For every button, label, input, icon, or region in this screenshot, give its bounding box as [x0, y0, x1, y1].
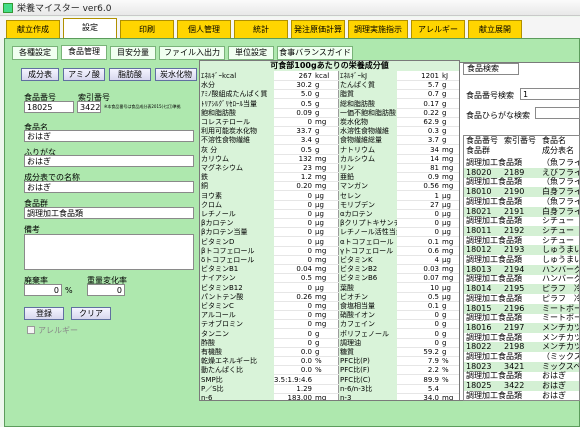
- nutrition-left-cell: n-6: [200, 393, 274, 400]
- food-list-row[interactable]: 調理加工食品類 （魚フライ: [464, 158, 579, 168]
- subtab-portion[interactable]: 目安分量: [110, 46, 156, 60]
- food-list-row[interactable]: 18012 2193 しゅうまい: [464, 245, 579, 256]
- food-list-row[interactable]: 18021 2191 白身フライ: [464, 206, 579, 217]
- nutrition-table: 可食部100gあたりの栄養成分値 ｴﾈﾙｷﾞｰkcal 267 kcal ｴﾈﾙｷﾞｰ…: [199, 60, 460, 401]
- food-name-field[interactable]: おはぎ: [24, 130, 194, 142]
- food-group-field[interactable]: 調理加工食品類: [24, 207, 194, 219]
- subtab-general[interactable]: 各種設定: [12, 46, 58, 60]
- clear-button[interactable]: クリア: [71, 307, 111, 320]
- tab-allergy[interactable]: アレルギー: [411, 20, 465, 38]
- food-list-row[interactable]: 18011 2192 シチュー: [464, 225, 579, 236]
- nutrition-right-cell: mg: [442, 394, 454, 401]
- app-icon: [3, 2, 13, 13]
- weight-change-field[interactable]: 0: [87, 284, 125, 296]
- food-list-row[interactable]: 調理加工食品類 （魚フライ: [464, 177, 579, 187]
- nutrition-row: n-6 183.00 mg n-3 34.0 mg: [200, 393, 459, 401]
- furigana-search-label: 食品ひらがな検索: [466, 111, 530, 120]
- tab-menu-create[interactable]: 献立作成: [6, 20, 60, 38]
- food-list-row[interactable]: 調理加工食品類 シチュー: [464, 216, 579, 226]
- furigana-field[interactable]: おはぎ: [24, 155, 194, 167]
- subtab-meal-balance[interactable]: 食事バランスガイド: [277, 46, 353, 60]
- nutrition-left-cell: mg: [315, 394, 327, 401]
- food-list-row[interactable]: 180142195ピラフ 冷凍: [464, 284, 579, 295]
- index-no-field[interactable]: 3422: [77, 101, 101, 113]
- tab-cooking-instruction[interactable]: 調理実施指示: [348, 20, 408, 38]
- fatty-acid-button[interactable]: 脂肪酸: [109, 68, 151, 81]
- food-list-row[interactable]: 調理加工食品類 メンチカツ: [464, 333, 579, 343]
- tab-statistics[interactable]: 統計: [234, 20, 288, 38]
- main-tab-bar: 献立作成 設定 印刷 個人管理 統計 発注原価計算 調理実施指示 アレルギー 献…: [0, 17, 580, 39]
- food-list-row[interactable]: 調理加工食品類 シチュー: [464, 236, 579, 246]
- food-list-row[interactable]: 18020 2189 えびフライ: [464, 167, 579, 178]
- composition-button[interactable]: 成分表: [21, 68, 59, 81]
- register-button[interactable]: 登録: [24, 307, 64, 320]
- tab-personal[interactable]: 個人管理: [177, 20, 231, 38]
- food-list-row[interactable]: 調理加工食品類ミートボール: [464, 313, 579, 323]
- food-list-header: 食品番号 索引番号 食品名: [466, 136, 566, 145]
- food-list-row[interactable]: 18025 3422 おはぎ: [464, 381, 579, 392]
- nutrition-left-cell: 183.00: [287, 394, 313, 401]
- remarks-textarea[interactable]: [24, 234, 194, 270]
- nutrition-right-cell: n-3: [339, 393, 397, 400]
- food-no-search-input[interactable]: 1: [520, 88, 580, 100]
- tab-print[interactable]: 印刷: [120, 20, 174, 38]
- window-title: 栄養マイスター ver6.0: [17, 4, 112, 14]
- food-list-header-2: 食品群 成分表名: [466, 146, 574, 155]
- food-list-row[interactable]: 調理加工食品類ピラフ 冷凍: [464, 294, 579, 304]
- title-bar: 栄養マイスター ver6.0: [0, 0, 580, 16]
- allergy-checkbox[interactable]: [27, 326, 35, 334]
- tab-settings[interactable]: 設定: [63, 18, 117, 39]
- food-list-row[interactable]: 調理加工食品類 ハンバーグ: [464, 274, 579, 284]
- waste-rate-field[interactable]: 0: [24, 284, 62, 296]
- subtab-food-management[interactable]: 食品管理: [61, 45, 107, 60]
- food-list-row[interactable]: 調理加工食品類 （魚フライ: [464, 197, 579, 207]
- food-no-note: ※本食品番号は食品成分表2015(七訂)準拠: [104, 104, 181, 109]
- allergy-label: アレルギー: [38, 326, 78, 335]
- food-search-tab[interactable]: 食品検索: [463, 63, 519, 75]
- food-list-row[interactable]: 180233421ミックスベジ: [464, 361, 579, 372]
- food-list-row[interactable]: 調理加工食品類 しゅうまい: [464, 255, 579, 265]
- food-list-row[interactable]: 18010 2190 白身フライ: [464, 187, 579, 198]
- nutrition-table-header: 可食部100gあたりの栄養成分値: [200, 61, 459, 71]
- food-list-row[interactable]: 調理加工食品類 （ミックス: [464, 352, 579, 362]
- nutrition-right-cell: 34.0: [423, 394, 439, 401]
- food-list-row[interactable]: 18013 2194 ハンバーグ: [464, 264, 579, 275]
- food-search-list: 食品番号 索引番号 食品名 食品群 成分表名 調理加工食品類 （魚フライ 18020…: [463, 135, 580, 401]
- food-no-search-label: 食品番号検索: [466, 91, 514, 100]
- carbohydrate-button[interactable]: 炭水化物: [155, 68, 197, 81]
- tab-menu-expand[interactable]: 献立展開: [468, 20, 522, 38]
- food-list-row[interactable]: 180152196ミートボール: [464, 303, 579, 314]
- product-name-field[interactable]: おはぎ: [24, 181, 194, 193]
- food-no-field[interactable]: 18025: [24, 101, 74, 113]
- food-list-row[interactable]: 調理加工食品類 おはぎ: [464, 391, 579, 400]
- food-list-row[interactable]: 18022 2198 メンチカツ: [464, 342, 579, 353]
- furigana-search-input[interactable]: [535, 107, 580, 119]
- amino-acid-button[interactable]: アミノ酸: [63, 68, 105, 81]
- food-list-row[interactable]: 18016 2197 メンチカツ: [464, 322, 579, 333]
- app-window: 栄養マイスター ver6.0 献立作成 設定 印刷 個人管理 統計 発注原価計算…: [0, 0, 580, 427]
- food-list-row[interactable]: 調理加工食品類 おはぎ: [464, 371, 579, 381]
- subtab-unit-setting[interactable]: 単位設定: [228, 46, 274, 60]
- waste-rate-unit: %: [65, 286, 73, 295]
- tab-order-cost[interactable]: 発注原価計算: [291, 20, 345, 38]
- subtab-file-io[interactable]: ファイル入出力: [159, 46, 225, 60]
